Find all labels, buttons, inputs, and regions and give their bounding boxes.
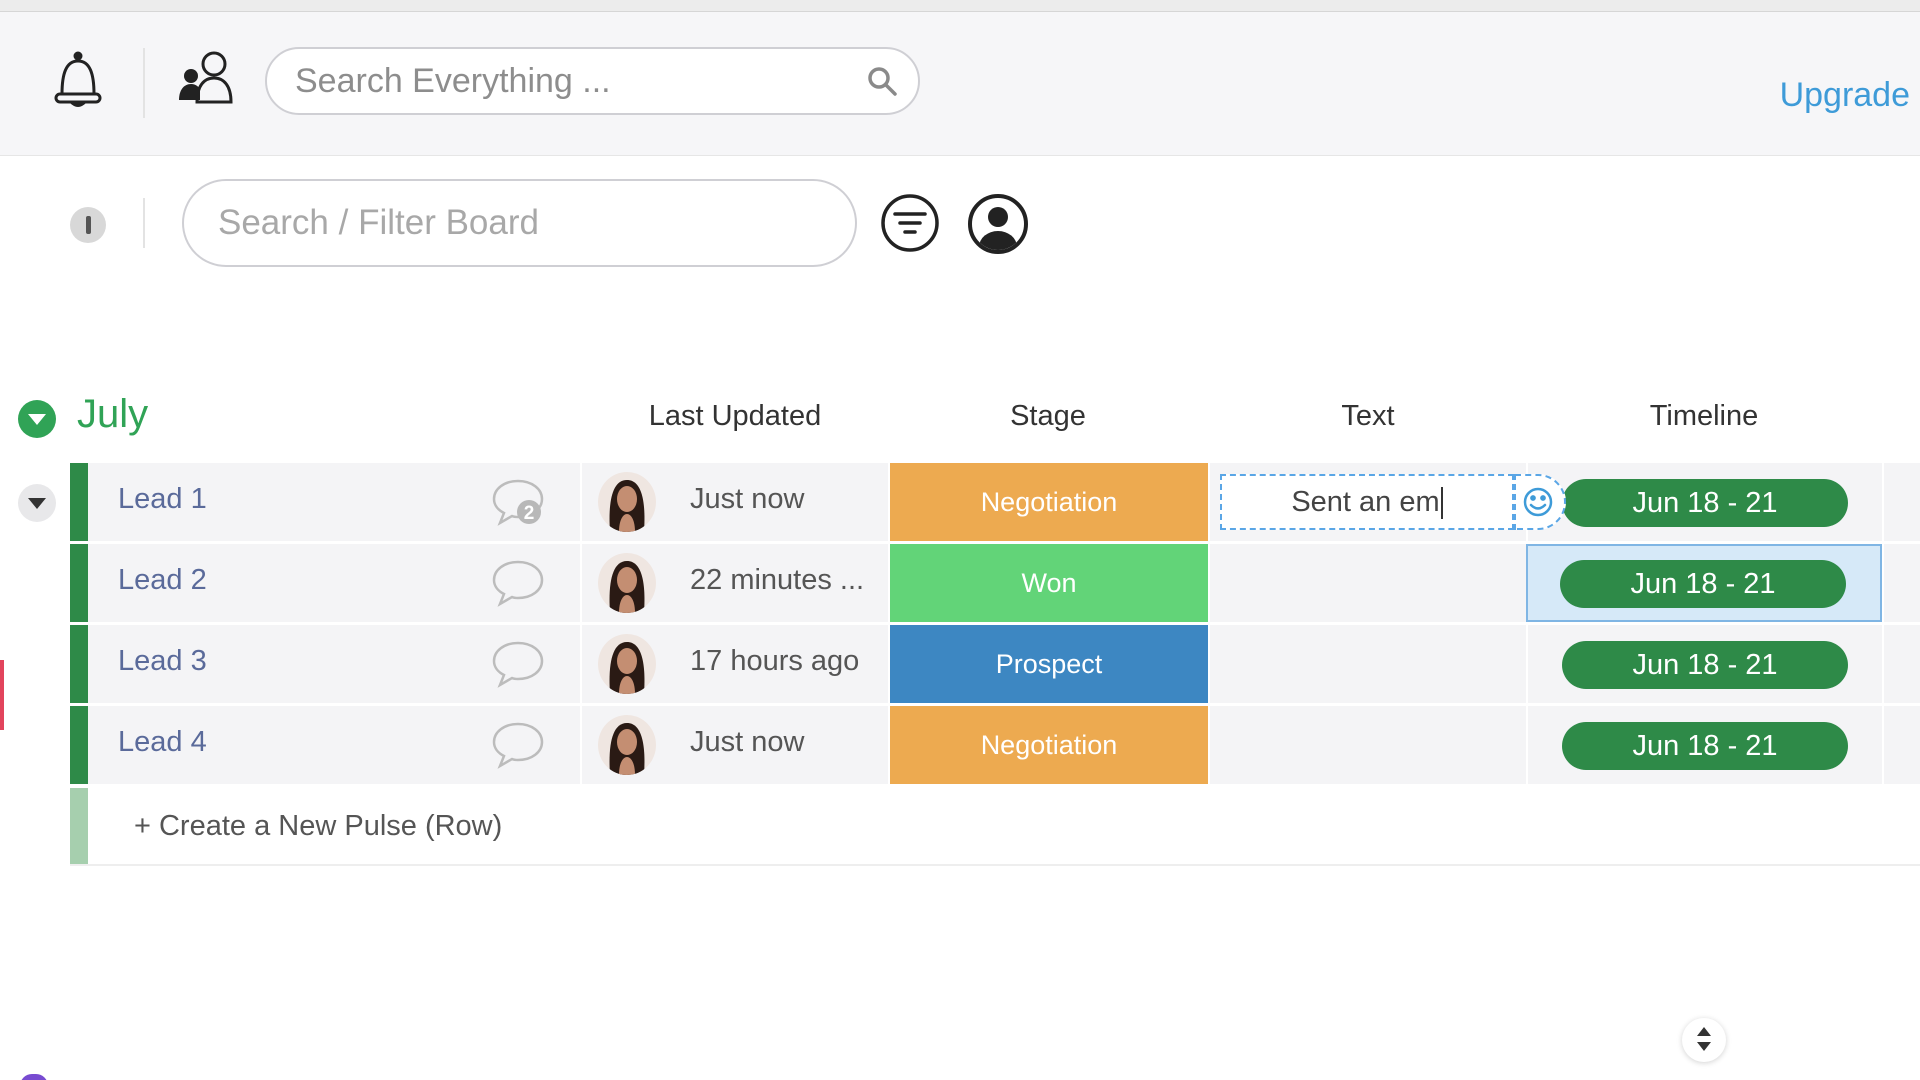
- timeline-cell[interactable]: Jun 18 - 21: [1526, 625, 1882, 703]
- row-color-bar: [70, 463, 88, 541]
- top-separator: [143, 48, 145, 118]
- timeline-pill[interactable]: Jun 18 - 21: [1562, 722, 1848, 770]
- table-row: Lead 1 2 Just now Negotiation Jun 18 - 2…: [70, 463, 1920, 541]
- search-icon[interactable]: [866, 65, 898, 97]
- person-icon[interactable]: [967, 193, 1029, 255]
- group-collapse-toggle[interactable]: [18, 400, 56, 438]
- timeline-pill[interactable]: Jun 18 - 21: [1560, 560, 1846, 608]
- row-end-cell: [1882, 706, 1920, 784]
- timeline-cell[interactable]: Jun 18 - 21: [1526, 544, 1882, 622]
- text-cell[interactable]: [1208, 706, 1526, 784]
- avatar: [598, 553, 656, 613]
- last-updated-text: Just now: [690, 483, 805, 515]
- people-icon[interactable]: [178, 50, 238, 110]
- stage-cell[interactable]: Prospect: [888, 625, 1208, 703]
- timeline-pill[interactable]: Jun 18 - 21: [1562, 479, 1848, 527]
- row-expand-toggle[interactable]: [18, 484, 56, 522]
- scroll-toggle-icon[interactable]: [1682, 1018, 1726, 1062]
- row-end-cell: [1882, 625, 1920, 703]
- last-updated-text: 17 hours ago: [690, 645, 860, 677]
- text-cell[interactable]: [1208, 544, 1526, 622]
- comment-count: 2: [524, 503, 535, 524]
- stage-cell[interactable]: Won: [888, 544, 1208, 622]
- upgrade-link[interactable]: Upgrade: [1780, 76, 1910, 115]
- speech-bubble-icon[interactable]: 2: [490, 477, 546, 527]
- last-updated-cell: Just now: [580, 463, 888, 541]
- window-top-edge: [0, 0, 1920, 12]
- bell-icon[interactable]: [52, 50, 104, 112]
- next-group-indicator[interactable]: [20, 1074, 48, 1080]
- avatar: [598, 715, 656, 775]
- avatar: [598, 472, 656, 532]
- create-new-row[interactable]: + Create a New Pulse (Row): [70, 788, 1920, 866]
- timeline-cell[interactable]: Jun 18 - 21: [1526, 463, 1882, 541]
- new-row-color-bar: [70, 788, 88, 864]
- row-name[interactable]: Lead 1: [118, 483, 207, 516]
- table-row: Lead 4 Just now Negotiation Jun 18 - 21: [70, 706, 1920, 784]
- last-updated-text: 22 minutes ...: [690, 564, 865, 596]
- row-name[interactable]: Lead 3: [118, 645, 207, 678]
- column-header-text[interactable]: Text: [1288, 400, 1448, 433]
- avatar: [598, 634, 656, 694]
- stage-cell[interactable]: Negotiation: [888, 706, 1208, 784]
- board-filter-input[interactable]: [218, 181, 818, 265]
- stage-cell[interactable]: Negotiation: [888, 463, 1208, 541]
- text-cell-editor-value: Sent an em: [1291, 486, 1440, 518]
- table-row: Lead 2 22 minutes ... Won Jun 18 - 21: [70, 544, 1920, 622]
- row-name[interactable]: Lead 2: [118, 564, 207, 597]
- left-edge-marker: [0, 660, 4, 730]
- speech-bubble-icon[interactable]: [490, 639, 546, 689]
- global-search-box[interactable]: [265, 47, 920, 115]
- last-updated-cell: 17 hours ago: [580, 625, 888, 703]
- group-title[interactable]: July: [77, 392, 148, 437]
- last-updated-cell: 22 minutes ...: [580, 544, 888, 622]
- column-header-timeline[interactable]: Timeline: [1604, 400, 1804, 433]
- row-name[interactable]: Lead 4: [118, 726, 207, 759]
- create-new-row-label[interactable]: + Create a New Pulse (Row): [134, 810, 502, 843]
- row-color-bar: [70, 544, 88, 622]
- column-header-stage[interactable]: Stage: [918, 400, 1178, 433]
- column-header-last-updated[interactable]: Last Updated: [625, 400, 845, 433]
- smiley-icon[interactable]: [1514, 474, 1566, 530]
- filter-icon[interactable]: [880, 193, 940, 253]
- row-color-bar: [70, 706, 88, 784]
- global-search-input[interactable]: [295, 49, 855, 113]
- row-end-cell: [1882, 544, 1920, 622]
- top-bar: Upgrade: [0, 12, 1920, 156]
- text-cell-editor[interactable]: Sent an em: [1220, 474, 1514, 530]
- timeline-cell[interactable]: Jun 18 - 21: [1526, 706, 1882, 784]
- speech-bubble-icon[interactable]: [490, 558, 546, 608]
- timeline-pill[interactable]: Jun 18 - 21: [1562, 641, 1848, 689]
- table-row: Lead 3 17 hours ago Prospect Jun 18 - 21: [70, 625, 1920, 703]
- text-cell[interactable]: [1208, 625, 1526, 703]
- text-caret: [1440, 487, 1443, 520]
- last-updated-cell: Just now: [580, 706, 888, 784]
- last-updated-text: Just now: [690, 726, 805, 758]
- row-end-cell: [1882, 463, 1920, 541]
- info-icon[interactable]: [70, 207, 106, 243]
- board-filter-box[interactable]: [182, 179, 857, 267]
- speech-bubble-icon[interactable]: [490, 720, 546, 770]
- toolbar-separator: [143, 198, 145, 248]
- row-color-bar: [70, 625, 88, 703]
